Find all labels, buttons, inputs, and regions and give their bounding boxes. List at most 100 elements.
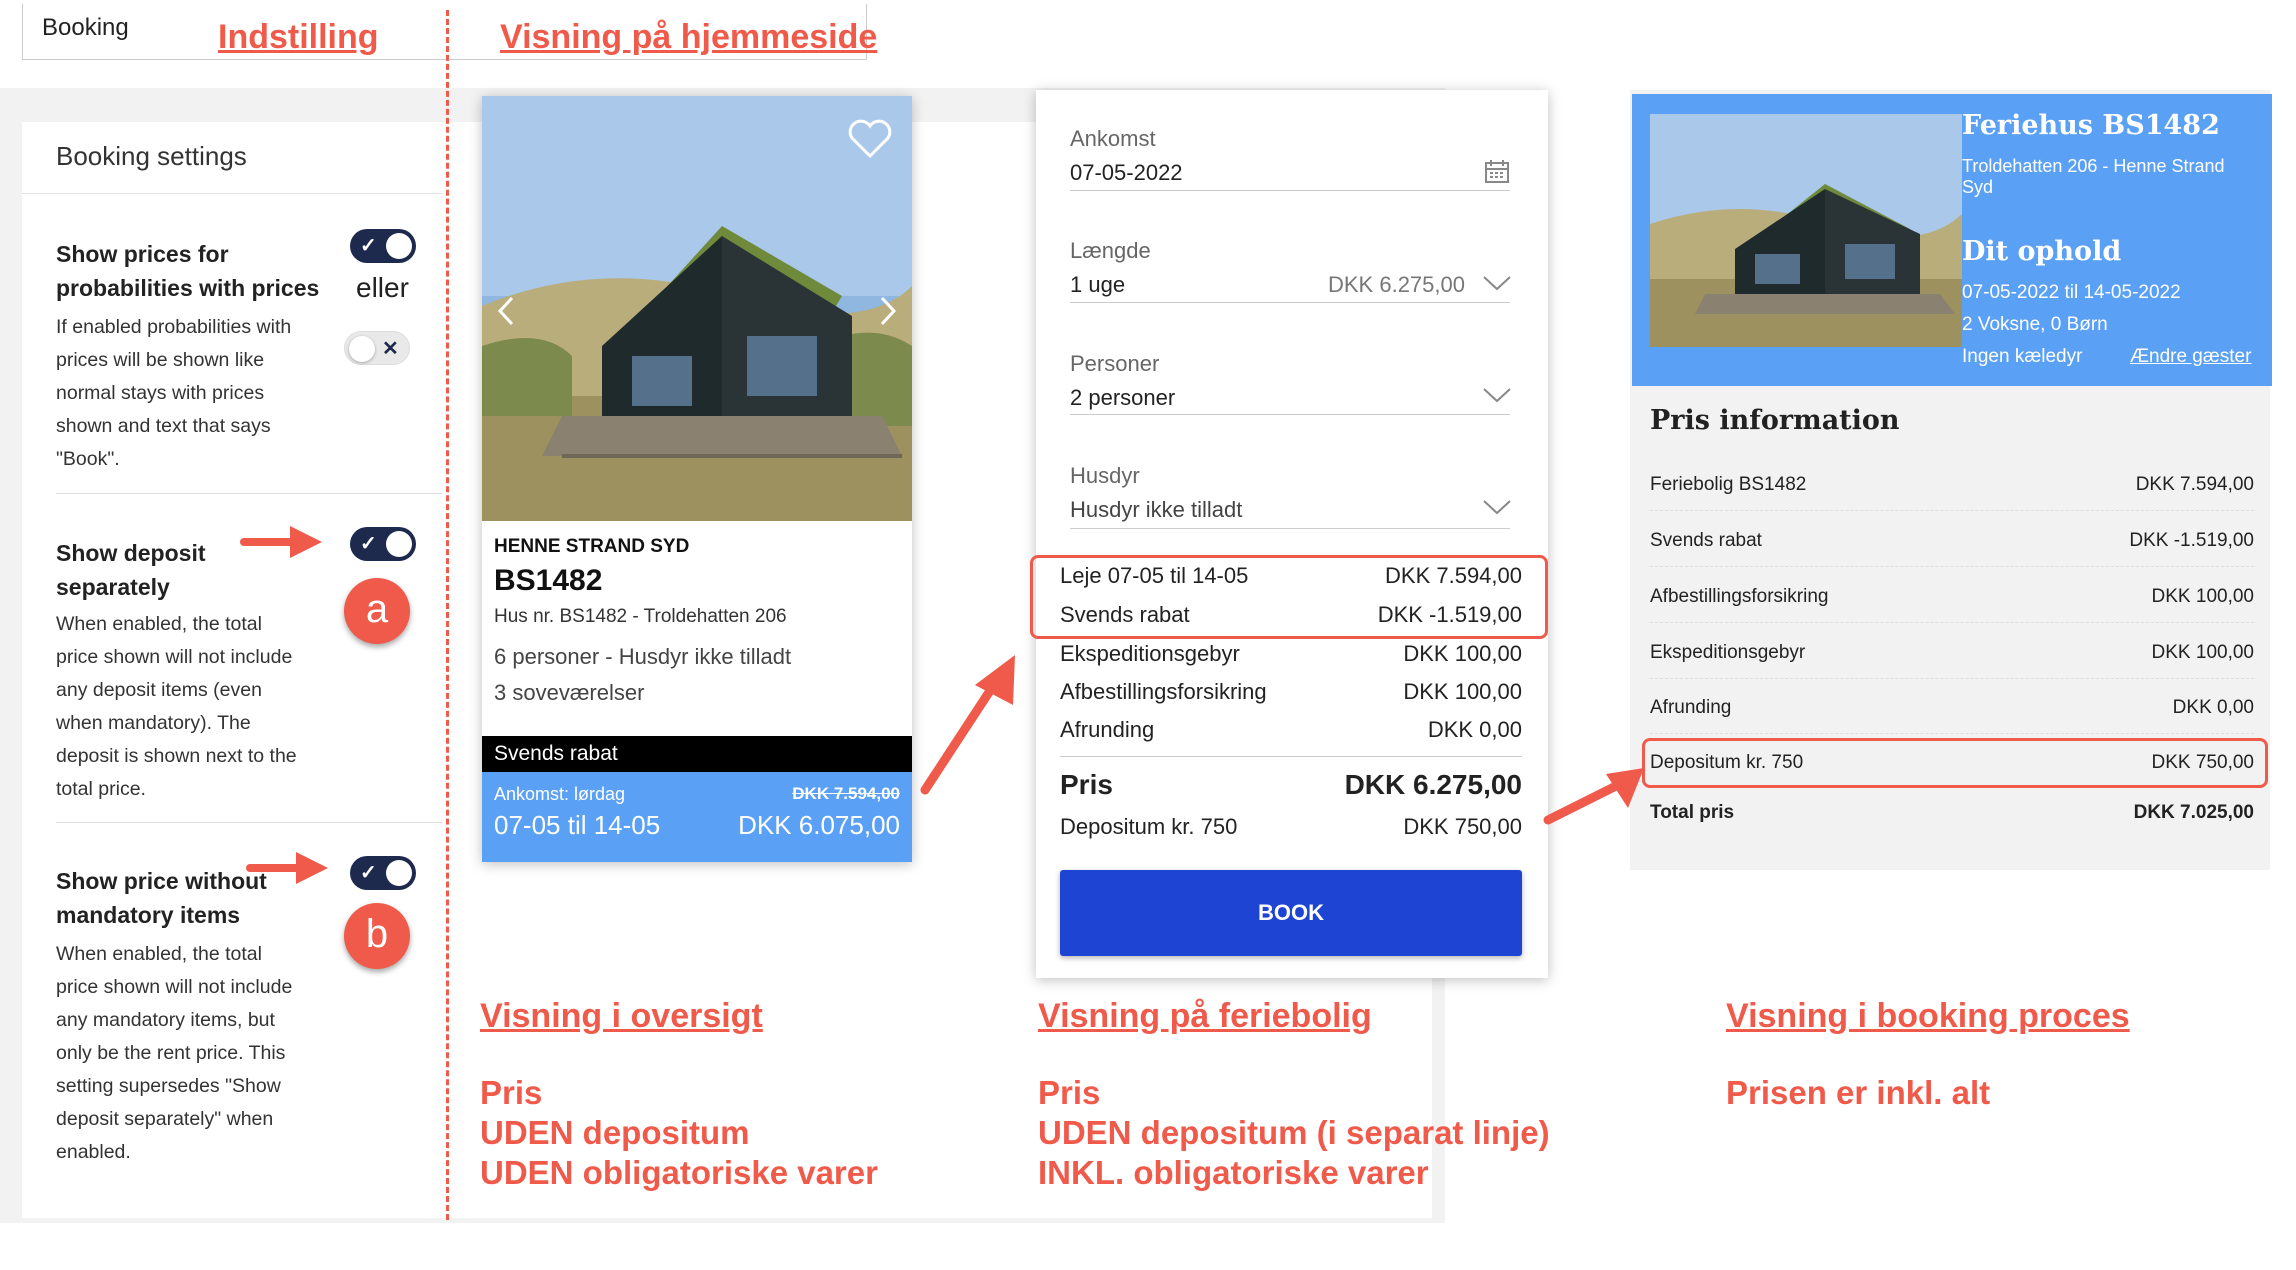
field-underline <box>1070 414 1510 415</box>
line-label: Afrunding <box>1650 697 1732 718</box>
deposit-value: DKK 750,00 <box>1403 814 1522 839</box>
annotation-feriebolig-title: Visning på feriebolig <box>1038 997 1372 1035</box>
persons-label: Personer <box>1070 351 1160 376</box>
property-booking-form <box>1036 90 1548 978</box>
discount-bar: Svends rabat <box>482 736 912 772</box>
deposit-line: Depositum kr. 750 DKK 750,00 <box>1060 814 1522 840</box>
card-rooms: 3 soveværelser <box>494 680 645 705</box>
toggle-deposit-separately[interactable]: ✓ <box>350 527 416 561</box>
setting-title-line: mandatory items <box>56 902 241 928</box>
setting-title-prices-probabilities: Show prices for probabilities with price… <box>56 237 319 305</box>
chevron-down-icon[interactable] <box>1482 498 1512 516</box>
arrow-up-right-icon <box>1543 768 1644 825</box>
book-button[interactable]: BOOK <box>1060 870 1522 956</box>
price-line: Afrunding DKK 0,00 <box>1060 717 1522 743</box>
annotation-booking-title: Visning i booking proces <box>1726 997 2130 1035</box>
chevron-down-icon[interactable] <box>1482 274 1512 292</box>
arrow-right-icon <box>240 526 322 558</box>
chevron-right-icon[interactable] <box>878 294 898 328</box>
annotation-line: INKL. obligatoriske varer <box>1038 1154 1429 1191</box>
booking-tab[interactable]: Booking <box>42 14 129 42</box>
setting-divider <box>56 493 442 494</box>
check-icon: ✓ <box>360 862 377 884</box>
price-line-value: DKK 100,00 <box>1403 641 1522 666</box>
length-price: DKK 6.275,00 <box>1328 272 1465 297</box>
toggle-knob <box>386 860 412 886</box>
highlight-box-deposit <box>1642 738 2268 788</box>
total-divider <box>1060 756 1522 757</box>
setting-desc-line: prices will be shown like <box>56 349 265 371</box>
annotation-oversigt-body: Pris UDEN depositum UDEN obligatoriske v… <box>480 1073 878 1193</box>
house-address: Troldehatten 206 - Henne Strand Syd <box>1962 156 2225 198</box>
line-label: Svends rabat <box>1650 530 1762 551</box>
setting-desc-line: any deposit items (even <box>56 679 262 701</box>
setting-desc-line: When enabled, the total <box>56 943 262 965</box>
toggle-knob <box>349 336 375 362</box>
settings-title-divider <box>22 193 442 194</box>
annotation-line: UDEN depositum (i separat linje) <box>1038 1114 1550 1151</box>
stay-pets: Ingen kæledyr <box>1962 346 2083 367</box>
booking-price-line: Feriebolig BS1482 DKK 7.594,00 <box>1650 474 2254 511</box>
setting-title-line: Show price without <box>56 868 267 894</box>
old-price: DKK 7.594,00 <box>792 784 900 803</box>
setting-title-line: Show prices for <box>56 241 229 267</box>
or-label: eller <box>356 272 409 303</box>
setting-desc-line: shown and text that says <box>56 415 271 437</box>
pets-label: Husdyr <box>1070 463 1140 488</box>
annotation-line: Pris <box>480 1074 543 1111</box>
x-icon: ✕ <box>382 338 399 360</box>
heart-icon[interactable] <box>847 118 893 160</box>
pets-select[interactable]: Husdyr ikke tilladt <box>1070 497 1242 523</box>
setting-title-without-mandatory: Show price without mandatory items <box>56 864 267 932</box>
price-line-label: Ekspeditionsgebyr <box>1060 641 1240 666</box>
annotation-line: Pris <box>1038 1074 1101 1111</box>
setting-desc-line: setting supersedes "Show <box>56 1075 281 1097</box>
annotation-feriebolig-body: Pris UDEN depositum (i separat linje) IN… <box>1038 1073 1550 1193</box>
highlight-box-rent <box>1030 555 1548 639</box>
header-indstilling: Indstilling <box>218 18 379 56</box>
annotation-line: UDEN depositum <box>480 1114 750 1151</box>
deposit-label: Depositum kr. 750 <box>1060 814 1238 839</box>
change-guests-link[interactable]: Ændre gæster <box>2130 346 2251 368</box>
price-line-label: Afbestillingsforsikring <box>1060 679 1267 704</box>
house-title: Feriehus BS1482 <box>1962 110 2220 141</box>
total-label: Total pris <box>1650 802 1735 823</box>
arrival-input[interactable]: 07-05-2022 <box>1070 160 1183 186</box>
price-line-value: DKK 100,00 <box>1403 679 1522 704</box>
calendar-icon[interactable] <box>1484 158 1510 184</box>
arrival-label: Ankomst: lørdag <box>494 784 626 804</box>
booking-price-line: Svends rabat DKK -1.519,00 <box>1650 530 2254 567</box>
chevron-down-icon[interactable] <box>1482 386 1512 404</box>
toggle-prices-probabilities-on[interactable]: ✓ <box>350 229 416 263</box>
check-icon: ✓ <box>360 533 377 555</box>
section-divider <box>446 10 449 1220</box>
toggle-knob <box>386 233 412 259</box>
card-code: BS1482 <box>494 564 603 597</box>
setting-desc-line: when mandatory). The <box>56 712 251 734</box>
annotation-booking-body: Prisen er inkl. alt <box>1726 1073 1990 1113</box>
toggle-without-mandatory[interactable]: ✓ <box>350 856 416 890</box>
card-dates: 07-05 til 14-05 <box>494 810 661 840</box>
property-card[interactable]: HENNE STRAND SYD BS1482 Hus nr. BS1482 -… <box>482 96 912 862</box>
setting-desc-line: When enabled, the total <box>56 613 262 635</box>
card-address: Hus nr. BS1482 - Troldehatten 206 <box>494 606 787 627</box>
settings-title: Booking settings <box>56 141 247 171</box>
badge-b: b <box>344 903 410 969</box>
setting-desc-without-mandatory: When enabled, the total price shown will… <box>56 938 292 1169</box>
stay-title: Dit ophold <box>1962 236 2122 267</box>
card-price: DKK 6.075,00 <box>738 810 900 840</box>
setting-divider <box>56 822 442 823</box>
setting-desc-line: total price. <box>56 778 146 800</box>
total-value: DKK 7.025,00 <box>2133 802 2254 823</box>
discount-label: Svends rabat <box>494 742 618 765</box>
setting-desc-prices-probabilities: If enabled probabilities with prices wil… <box>56 311 291 476</box>
booking-total-line: Total pris DKK 7.025,00 <box>1650 802 2254 838</box>
setting-desc-line: If enabled probabilities with <box>56 316 292 338</box>
card-location: HENNE STRAND SYD <box>494 536 690 557</box>
price-line: Afbestillingsforsikring DKK 100,00 <box>1060 679 1522 705</box>
persons-select[interactable]: 2 personer <box>1070 385 1175 411</box>
length-select[interactable]: 1 uge <box>1070 272 1125 298</box>
toggle-prices-probabilities-off[interactable]: ✕ <box>344 331 410 365</box>
chevron-left-icon[interactable] <box>496 294 516 328</box>
price-line: Ekspeditionsgebyr DKK 100,00 <box>1060 641 1522 667</box>
